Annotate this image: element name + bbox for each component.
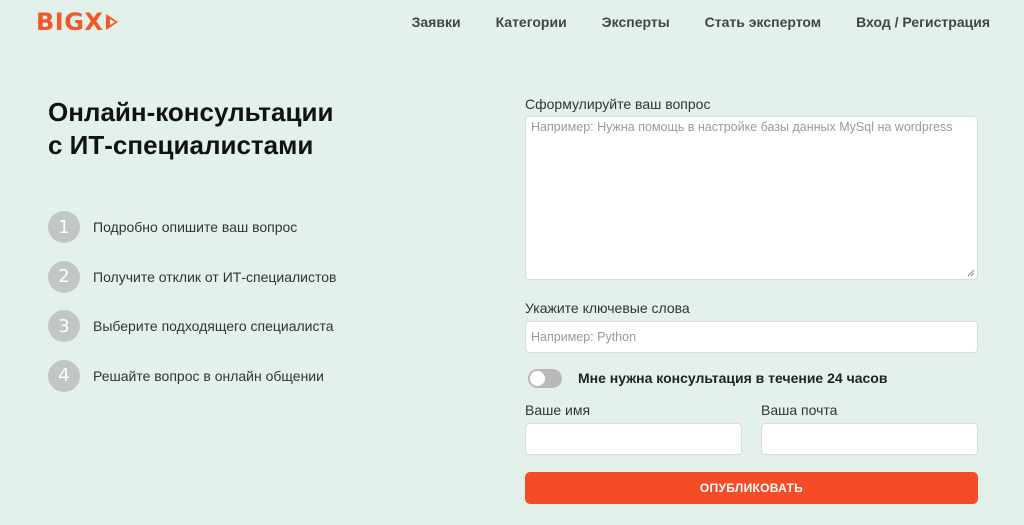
- step-number-badge: 4: [48, 359, 80, 392]
- step-item: 2 Получите отклик от ИТ-специалистов: [48, 260, 337, 293]
- nav-experts[interactable]: Эксперты: [602, 12, 670, 32]
- name-label: Ваше имя: [525, 402, 591, 418]
- urgent-toggle-label[interactable]: Мне нужна консультация в течение 24 часо…: [578, 369, 887, 388]
- nav-requests[interactable]: Заявки: [412, 12, 461, 32]
- step-text: Получите отклик от ИТ-специалистов: [93, 268, 337, 285]
- name-input[interactable]: [525, 423, 742, 455]
- page-title-line1: Онлайн-консультации: [48, 97, 334, 127]
- keywords-label: Укажите ключевые слова: [525, 300, 690, 316]
- logo[interactable]: BIGX: [36, 8, 122, 36]
- step-number-badge: 1: [48, 211, 80, 243]
- nav-login-register[interactable]: Вход / Регистрация: [856, 12, 990, 32]
- step-item: 4 Решайте вопрос в онлайн общении: [48, 359, 336, 392]
- email-input[interactable]: [761, 423, 978, 455]
- main-nav: Заявки Категории Эксперты Стать эксперто…: [412, 12, 990, 32]
- keywords-input[interactable]: Например: Python: [525, 321, 978, 353]
- step-number-badge: 2: [48, 260, 80, 293]
- urgent-toggle[interactable]: [528, 369, 562, 388]
- page-title-line2: с ИТ-специалистами: [48, 130, 314, 160]
- step-number-badge: 3: [48, 310, 80, 342]
- question-placeholder: Например: Нужна помощь в настройке базы …: [531, 120, 953, 134]
- steps-list: 1 Подробно опишите ваш вопрос 2 Получите…: [48, 211, 336, 409]
- page: BIGX Заявки Категории Эксперты Стать экс…: [0, 0, 1024, 525]
- logo-arrow-icon: [106, 14, 119, 30]
- logo-text: BIGX: [36, 8, 104, 36]
- step-text: Выберите подходящего специалиста: [93, 318, 334, 334]
- question-textarea[interactable]: Например: Нужна помощь в настройке базы …: [525, 116, 978, 280]
- step-item: 3 Выберите подходящего специалиста: [48, 310, 336, 342]
- keywords-placeholder: Например: Python: [531, 330, 637, 344]
- toggle-knob: [530, 371, 545, 386]
- nav-become-expert[interactable]: Стать экспертом: [705, 12, 821, 32]
- page-title: Онлайн-консультации с ИТ-специалистами: [48, 96, 468, 162]
- step-item: 1 Подробно опишите ваш вопрос: [48, 211, 336, 243]
- step-text: Решайте вопрос в онлайн общении: [93, 367, 324, 384]
- publish-button[interactable]: ОПУБЛИКОВАТЬ: [525, 472, 978, 504]
- question-label: Сформулируйте ваш вопрос: [525, 96, 711, 112]
- email-label: Ваша почта: [761, 402, 838, 418]
- resize-grip-icon[interactable]: [967, 269, 975, 277]
- nav-categories[interactable]: Категории: [496, 12, 567, 32]
- step-text: Подробно опишите ваш вопрос: [93, 219, 298, 235]
